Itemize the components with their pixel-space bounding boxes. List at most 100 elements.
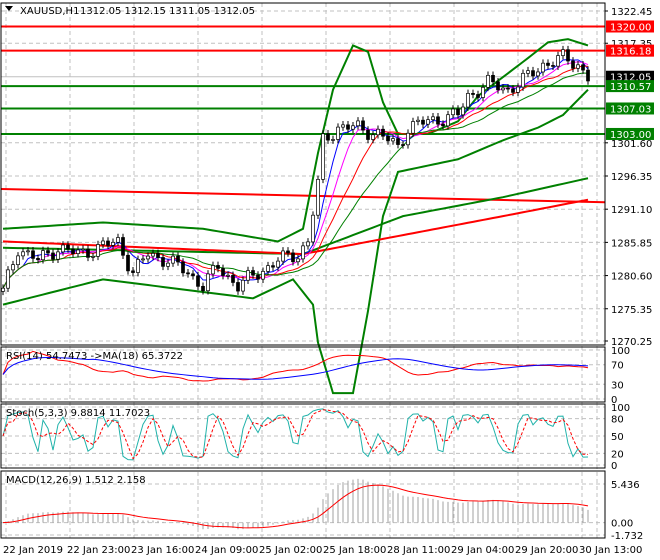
- x-tick-label: 30 Jan 13:00: [579, 545, 642, 556]
- candle: [321, 129, 325, 184]
- candle: [381, 125, 385, 140]
- x-tick-label: 22 Jan 2019: [3, 545, 63, 556]
- indicator-y-label: 50: [611, 432, 624, 443]
- moving-average: [2, 72, 589, 289]
- candle: [311, 211, 315, 246]
- x-tick-label: 25 Jan 18:00: [323, 545, 386, 556]
- candle: [586, 66, 590, 85]
- candle: [536, 68, 540, 80]
- candle: [531, 66, 535, 80]
- symbol-title: XAUUSD,H1: [20, 6, 79, 17]
- x-tick-label: 24 Jan 09:00: [195, 545, 258, 556]
- candle: [11, 260, 15, 274]
- x-tick-label: 23 Jan 16:00: [131, 545, 194, 556]
- candle: [341, 121, 345, 131]
- candle: [326, 129, 330, 144]
- candle: [406, 129, 410, 149]
- rsi-title: RSI(14) 54.7473 ->MA(18) 65.3722: [6, 351, 183, 362]
- candle: [131, 267, 135, 277]
- candle: [106, 237, 110, 250]
- candle: [221, 264, 225, 280]
- indicator-y-label: 70: [611, 361, 624, 372]
- y-tick-label: 1296.35: [611, 172, 652, 183]
- indicator-y-label: 30: [611, 380, 624, 391]
- candle: [21, 248, 25, 260]
- candle: [51, 249, 55, 264]
- chart-window[interactable]: 22 Jan 2019 22 Jan 23:00 23 Jan 16:00 24 Ja…: [0, 0, 660, 560]
- candle: [301, 242, 305, 263]
- candle: [576, 61, 580, 73]
- price-label: 1316.18: [610, 47, 651, 58]
- candle: [541, 59, 545, 76]
- main-chart: [0, 25, 606, 395]
- price-label: 1307.03: [610, 104, 651, 115]
- candle: [91, 252, 95, 262]
- indicator-y-label: 20: [611, 449, 624, 460]
- bollinger-lower: [2, 89, 589, 395]
- indicator-y-label: -1.732: [611, 531, 643, 542]
- y-tick-label: 1280.60: [611, 272, 652, 283]
- candle: [271, 261, 275, 271]
- y-tick-label: 1275.35: [611, 305, 652, 316]
- candle: [306, 238, 310, 250]
- indicator-y-label: 5.436: [611, 480, 640, 491]
- candle: [121, 233, 125, 260]
- x-tick-label: 29 Jan 20:00: [515, 545, 578, 556]
- ohlc-values: 1312.05 1312.15 1311.05 1312.05: [80, 6, 255, 17]
- candle: [256, 271, 260, 283]
- candle: [566, 45, 570, 65]
- candle: [361, 117, 365, 134]
- candle: [356, 117, 360, 130]
- candle: [161, 253, 165, 271]
- candle: [371, 130, 375, 144]
- candle: [431, 113, 435, 124]
- candle: [241, 276, 245, 295]
- candle: [71, 245, 75, 258]
- candle: [426, 115, 430, 128]
- x-tick-label: 25 Jan 02:00: [259, 545, 322, 556]
- candle: [246, 266, 250, 285]
- candle: [66, 241, 70, 253]
- macd-title: MACD(12,26,9) 1.512 2.158: [6, 475, 146, 486]
- candle: [286, 247, 290, 257]
- candle: [546, 59, 550, 70]
- candle: [416, 116, 420, 126]
- candle: [336, 123, 340, 144]
- bollinger-upper: [2, 38, 589, 243]
- chart-canvas[interactable]: 22 Jan 2019 22 Jan 23:00 23 Jan 16:00 24 Ja…: [0, 0, 660, 560]
- indicator-y-label: 0: [611, 461, 617, 472]
- candle: [16, 252, 20, 269]
- candle: [126, 251, 130, 275]
- candle: [316, 175, 320, 219]
- candle: [526, 66, 530, 78]
- pane-border-0: [0, 2, 606, 346]
- y-tick-label: 1291.10: [611, 205, 652, 216]
- candle: [76, 246, 80, 258]
- candle: [86, 245, 90, 262]
- candle: [206, 270, 210, 295]
- price-label: 1310.57: [610, 82, 651, 93]
- candle: [96, 240, 100, 261]
- indicator-y-label: 100: [611, 346, 630, 357]
- candle: [191, 270, 195, 280]
- x-tick-label: 29 Jan 04:00: [451, 545, 514, 556]
- y-tick-label: 1285.85: [611, 238, 652, 249]
- stoch-title: Stoch(5,3,3) 9.8814 11.7023: [6, 408, 150, 419]
- indicator-y-label: 100: [611, 403, 630, 414]
- candle: [56, 248, 60, 264]
- indicator-y-label: 80: [611, 415, 624, 426]
- price-label: 1320.00: [610, 22, 651, 33]
- candle: [561, 45, 565, 60]
- candle: [6, 266, 10, 293]
- candle: [521, 69, 525, 91]
- grid: [1, 3, 605, 538]
- indicators: [2, 350, 589, 530]
- x-tick-label: 28 Jan 11:00: [387, 545, 450, 556]
- y-tick-label: 1322.45: [611, 7, 652, 18]
- candle: [116, 233, 120, 247]
- candle: [421, 116, 425, 128]
- candle: [176, 252, 180, 266]
- candle: [236, 278, 240, 295]
- price-label: 1303.00: [610, 130, 651, 141]
- candle: [186, 269, 190, 278]
